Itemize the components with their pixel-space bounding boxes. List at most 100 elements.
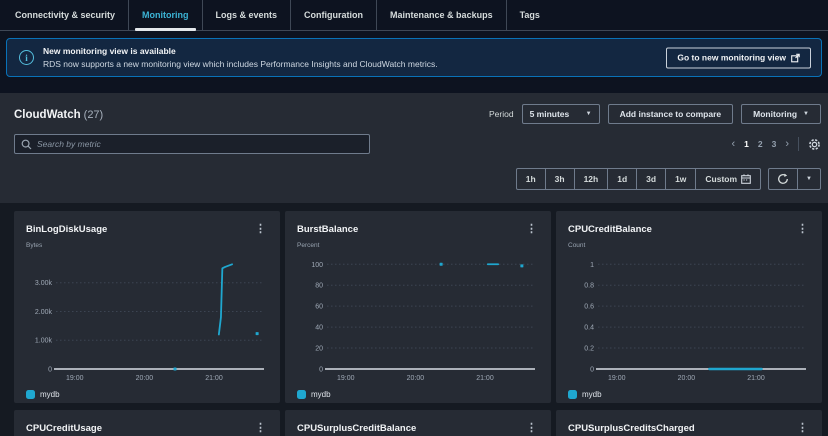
y-tick-label: 20 <box>315 346 323 353</box>
tab-bar: Connectivity & security Monitoring Logs & … <box>0 0 828 31</box>
page-1-button[interactable]: 1 <box>744 139 749 149</box>
previous-page-button[interactable]: ‹ <box>731 139 735 150</box>
chart-menu-icon[interactable]: ⋮ <box>253 224 268 234</box>
x-tick-label: 20:00 <box>136 375 154 382</box>
chart-menu-icon[interactable]: ⋮ <box>524 423 539 433</box>
y-tick-label: 80 <box>315 283 323 290</box>
cloudwatch-panel: CloudWatch(27) Period 5 minutes ▼ Add in… <box>0 93 828 203</box>
legend-swatch <box>26 390 35 399</box>
range-3d-button[interactable]: 3d <box>636 169 665 189</box>
chart-menu-icon[interactable]: ⋮ <box>524 224 539 234</box>
range-label: 1h <box>526 174 536 184</box>
refresh-button[interactable] <box>769 169 797 189</box>
chart-card-cpucreditusage: CPUCreditUsage⋮Count <box>14 410 280 436</box>
panel-title: CloudWatch(27) <box>14 105 103 123</box>
x-tick-label: 21:00 <box>476 375 494 382</box>
x-tick-label: 19:00 <box>608 375 626 382</box>
range-1h-button[interactable]: 1h <box>517 169 545 189</box>
chart-unit-label: Count <box>568 242 810 250</box>
next-page-button[interactable]: › <box>785 139 789 150</box>
chart-card-cpucreditbalance: CPUCreditBalance⋮Count00.20.40.60.8119:0… <box>556 211 822 403</box>
monitoring-menu-button[interactable]: Monitoring ▼ <box>741 104 821 124</box>
range-label: 12h <box>584 174 599 184</box>
x-tick-label: 21:00 <box>747 375 765 382</box>
y-tick-label: 0 <box>48 367 52 374</box>
range-12h-button[interactable]: 12h <box>574 169 608 189</box>
x-tick-label: 19:00 <box>66 375 84 382</box>
page-header-region: Connectivity & security Monitoring Logs & … <box>0 0 828 93</box>
banner-body: RDS now supports a new monitoring view w… <box>43 58 438 70</box>
y-tick-label: 100 <box>311 262 323 269</box>
search-input[interactable] <box>14 134 370 154</box>
tab-tags[interactable]: Tags <box>506 0 553 30</box>
calendar-icon <box>741 174 751 184</box>
chart-card-binlogdiskusage: BinLogDiskUsage⋮Bytes01.00k2.00k3.00k19:… <box>14 211 280 403</box>
chart-card-cpusurpluscreditbalance: CPUSurplusCreditBalance⋮Count <box>285 410 551 436</box>
range-1w-button[interactable]: 1w <box>665 169 695 189</box>
chart-plot: 01.00k2.00k3.00k19:0020:0021:00 <box>26 250 268 384</box>
add-instance-label: Add instance to compare <box>620 109 722 119</box>
banner-text: New monitoring view is available RDS now… <box>43 45 438 70</box>
chart-menu-icon[interactable]: ⋮ <box>795 224 810 234</box>
tab-logs-events[interactable]: Logs & events <box>202 0 291 30</box>
tab-connectivity-security[interactable]: Connectivity & security <box>2 0 128 30</box>
y-tick-label: 60 <box>315 304 323 311</box>
page-3-button[interactable]: 3 <box>772 139 777 149</box>
chevron-down-icon: ▼ <box>806 176 812 182</box>
settings-gear-icon[interactable] <box>808 138 821 151</box>
go-to-new-monitoring-view-button[interactable]: Go to new monitoring view <box>666 47 811 68</box>
y-tick-label: 0.2 <box>584 346 594 353</box>
legend-label: mydb <box>40 390 60 399</box>
info-banner: i New monitoring view is available RDS n… <box>6 38 822 77</box>
cloudwatch-title: CloudWatch <box>14 109 81 121</box>
tab-label: Logs & events <box>216 10 278 20</box>
refresh-icon <box>777 173 789 185</box>
period-value: 5 minutes <box>530 109 570 119</box>
info-icon: i <box>19 50 34 65</box>
range-1d-button[interactable]: 1d <box>607 169 636 189</box>
metric-search <box>14 134 370 154</box>
banner-button-label: Go to new monitoring view <box>677 53 786 63</box>
chart-menu-icon[interactable]: ⋮ <box>795 423 810 433</box>
tab-label: Connectivity & security <box>15 10 115 20</box>
y-tick-label: 1 <box>590 262 594 269</box>
chart-legend[interactable]: mydb <box>297 390 539 399</box>
chart-card-burstbalance: BurstBalance⋮Percent02040608010019:0020:… <box>285 211 551 403</box>
tab-configuration[interactable]: Configuration <box>290 0 376 30</box>
period-select[interactable]: 5 minutes ▼ <box>522 104 600 124</box>
y-tick-label: 40 <box>315 325 323 332</box>
search-icon <box>21 139 32 150</box>
chart-title: BurstBalance <box>297 224 358 235</box>
tab-maintenance-backups[interactable]: Maintenance & backups <box>376 0 506 30</box>
chevron-down-icon: ▼ <box>803 111 809 117</box>
metric-count: (27) <box>84 109 104 121</box>
range-3h-button[interactable]: 3h <box>545 169 574 189</box>
refresh-options-button[interactable]: ▼ <box>797 169 820 189</box>
chart-legend[interactable]: mydb <box>568 390 810 399</box>
range-label: 3h <box>555 174 565 184</box>
time-range-group: 1h 3h 12h 1d3d 1w Custom <box>516 168 761 190</box>
external-link-icon <box>791 53 800 62</box>
y-tick-label: 3.00k <box>35 280 53 287</box>
chart-menu-icon[interactable]: ⋮ <box>253 423 268 433</box>
banner-title: New monitoring view is available <box>43 45 438 58</box>
page-2-button[interactable]: 2 <box>758 139 763 149</box>
x-tick-label: 20:00 <box>407 375 425 382</box>
pagination-divider <box>798 137 799 151</box>
x-tick-label: 21:00 <box>205 375 223 382</box>
chart-title: CPUCreditUsage <box>26 423 102 434</box>
chart-unit-label: Bytes <box>26 242 268 250</box>
chart-legend[interactable]: mydb <box>26 390 268 399</box>
legend-label: mydb <box>311 390 331 399</box>
chart-title: CPUSurplusCreditsCharged <box>568 423 695 434</box>
tab-label: Maintenance & backups <box>390 10 493 20</box>
tab-monitoring[interactable]: Monitoring <box>128 0 202 30</box>
range-label: 1w <box>675 174 686 184</box>
tab-label: Tags <box>520 10 540 20</box>
y-tick-label: 0.4 <box>584 325 594 332</box>
add-instance-to-compare-button[interactable]: Add instance to compare <box>608 104 734 124</box>
custom-range-label: Custom <box>705 174 737 184</box>
tab-label: Monitoring <box>142 10 189 20</box>
range-custom-button[interactable]: Custom <box>695 169 760 189</box>
y-tick-label: 1.00k <box>35 338 53 345</box>
